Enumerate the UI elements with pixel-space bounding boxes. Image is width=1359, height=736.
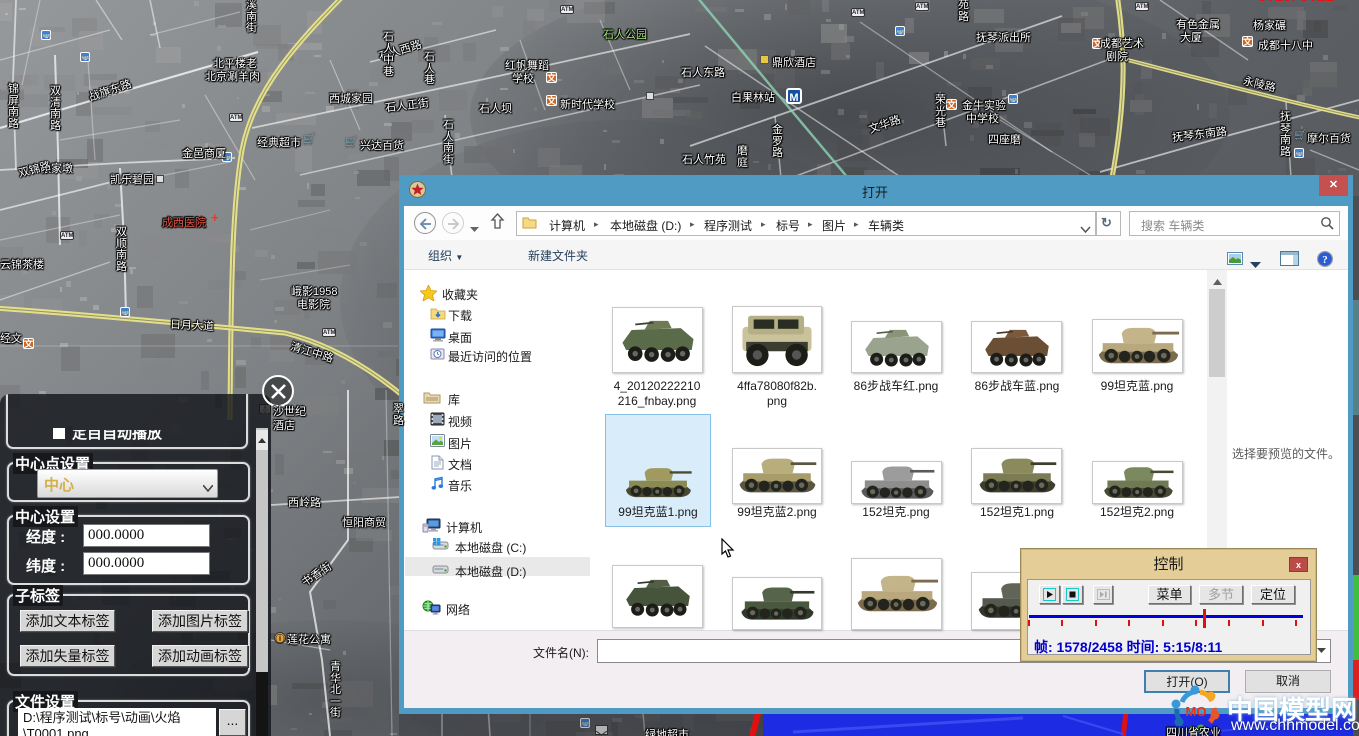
svg-text:?: ? bbox=[1322, 254, 1328, 266]
svg-text:MO: MO bbox=[1186, 704, 1207, 719]
